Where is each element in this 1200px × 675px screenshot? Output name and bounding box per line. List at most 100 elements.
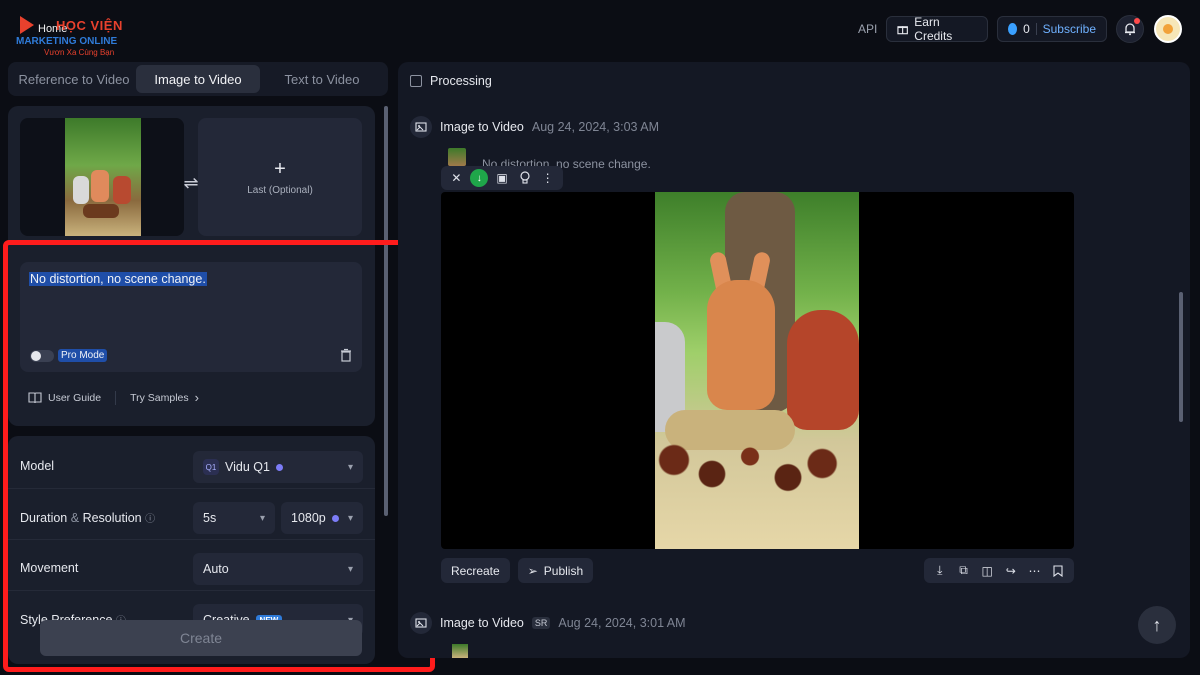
mode-tabs: Reference to Video Image to Video Text t… [8,62,388,96]
book-icon [28,391,42,403]
notification-dot [1134,18,1140,24]
chevron-down-icon: ▾ [347,563,353,575]
play-logo-icon [20,16,34,34]
chevron-right-icon: › [194,390,199,405]
user-guide-label: User Guide [48,391,102,404]
pro-mode-label: Pro Mode [58,349,108,362]
trash-icon[interactable] [338,347,354,363]
extend-icon[interactable]: ⧉ [955,563,971,579]
try-samples-link[interactable]: Try Samples › [130,390,199,405]
duration-label: Duration [20,511,68,525]
publish-button[interactable]: ➢ Publish [517,558,594,583]
upload-card: ⇌ + Last (Optional) No distortion, no sc… [8,106,375,426]
image-video-icon [410,612,432,634]
last-frame-label: Last (Optional) [247,184,313,196]
gift-icon [897,26,908,35]
close-icon[interactable]: ✕ [447,169,465,187]
brand-subtitle: MARKETING ONLINE [16,36,118,47]
results-panel: Processing Image to Video Aug 24, 2024, … [398,62,1190,658]
premium-icon [275,463,283,471]
task-input-thumbnail[interactable] [452,644,468,658]
brand-logo[interactable]: Home HỌC VIỆN MARKETING ONLINE Vươn Xa C… [14,14,124,58]
compare-icon[interactable]: ◫ [979,563,995,579]
avatar[interactable] [1154,15,1182,43]
arrow-up-icon: ↑ [1152,614,1162,635]
processing-label: Processing [430,74,492,88]
task-input-thumbnail[interactable] [448,148,466,166]
bell-icon [1125,23,1135,36]
right-scrollbar[interactable] [1179,292,1183,422]
task-date: Aug 24, 2024, 3:03 AM [531,120,660,134]
chevron-down-icon: ▾ [347,461,353,473]
brand-slogan: Vươn Xa Cùng Bạn [44,48,115,57]
video-frame [655,192,859,549]
duration-resolution-label: Duration & Resolution ⓘ [20,510,155,525]
api-link[interactable]: API [858,22,877,36]
video-player[interactable] [441,192,1074,549]
divider [115,390,117,405]
pro-mode-toggle[interactable] [30,350,54,362]
image-video-icon [410,116,432,138]
try-samples-label: Try Samples [130,391,189,404]
earn-credits-label: Earn Credits [914,15,953,43]
vidu-model-icon: Q1 [203,459,219,475]
model-label: Model [20,459,55,473]
resolution-select[interactable]: 1080p ▾ [281,502,363,534]
task-header-2: Image to Video SR Aug 24, 2024, 3:01 AM [410,612,686,634]
movement-select[interactable]: Auto ▾ [193,553,363,585]
processing-checkbox[interactable] [410,75,422,87]
scroll-to-top-button[interactable]: ↑ [1138,606,1176,644]
task-header: Image to Video Aug 24, 2024, 3:03 AM [410,116,659,138]
help-links: User Guide Try Samples › [28,390,199,405]
premium-icon [331,514,339,522]
share-icon[interactable]: ↪ [1003,563,1019,579]
download-green-icon[interactable]: ↓ [470,169,489,187]
video-toolbar: ✕ ↓ ▣ ⋮ [441,166,563,190]
duration-select[interactable]: 5s ▾ [193,502,275,534]
task-title: Image to Video [440,120,524,134]
tab-image-to-video[interactable]: Image to Video [136,65,260,93]
credit-count: 0 [1023,22,1030,36]
movement-value: Auto [203,562,229,576]
send-icon: ➢ [527,563,538,578]
download-icon[interactable]: ⤓ [932,563,948,579]
user-guide-link[interactable]: User Guide [28,392,101,404]
subscribe-label: Subscribe [1042,22,1096,36]
model-select[interactable]: Q1 Vidu Q1 ▾ [193,451,363,483]
left-scrollbar[interactable] [384,106,388,516]
info-icon[interactable]: ⓘ [145,514,155,525]
credits-subscribe-button[interactable]: 0 Subscribe [997,16,1107,42]
resolution-label: Resolution [82,511,142,525]
video-icon-actions: ⤓ ⧉ ◫ ↪ ⋯ [924,558,1074,583]
task-date: Aug 24, 2024, 3:01 AM [558,616,686,630]
create-button[interactable]: Create [40,620,362,656]
movement-label: Movement [20,561,79,575]
processing-filter[interactable]: Processing [410,74,492,88]
earn-credits-button[interactable]: Earn Credits [886,15,988,43]
brand-title: HỌC VIỆN [56,18,123,33]
model-row: Model Q1 Vidu Q1 ▾ [8,439,375,489]
notifications-button[interactable] [1116,15,1144,43]
recreate-button[interactable]: Recreate [441,558,510,583]
first-frame-slot[interactable] [20,118,184,236]
movement-row: Movement Auto ▾ [8,541,375,591]
chevron-down-icon: ▾ [347,512,353,524]
lightbulb-icon[interactable] [516,169,534,187]
sr-badge: SR [531,617,551,629]
prompt-text: No distortion, no scene change. [29,272,207,286]
last-frame-slot[interactable]: + Last (Optional) [198,118,362,236]
ampersand: & [70,511,80,525]
more-vertical-icon[interactable]: ⋮ [539,169,557,187]
prompt-textarea[interactable]: No distortion, no scene change. Pro Mode [20,262,362,372]
chevron-down-icon: ▾ [259,512,265,524]
more-horizontal-icon[interactable]: ⋯ [1026,563,1042,579]
tab-text-to-video[interactable]: Text to Video [260,65,384,93]
picture-in-picture-icon[interactable]: ▣ [493,169,511,187]
credit-coin-icon [1008,23,1018,35]
tab-reference-to-video[interactable]: Reference to Video [12,65,136,93]
publish-label: Publish [543,563,584,578]
task-title: Image to Video [440,616,524,630]
bookmark-icon[interactable] [1050,563,1066,579]
divider [1035,23,1037,35]
duration-resolution-row: Duration & Resolution ⓘ 5s ▾ 1080p ▾ [8,490,375,540]
